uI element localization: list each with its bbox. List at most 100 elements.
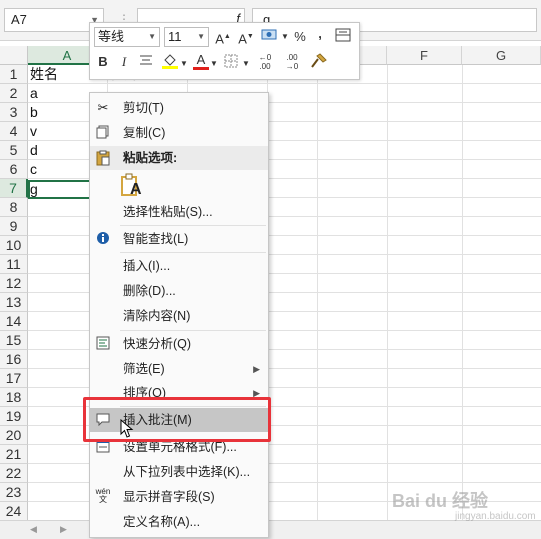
menu-item-clear-contents[interactable]: 清除内容(N): [90, 304, 268, 328]
font-size-select[interactable]: 11 ▼: [164, 27, 209, 47]
align-center-button[interactable]: [138, 54, 154, 70]
row-header[interactable]: 10: [0, 236, 28, 255]
menu-item-label: 复制(C): [123, 126, 166, 140]
menu-item-copy[interactable]: 复制(C): [90, 121, 268, 145]
chevron-down-icon[interactable]: ▼: [281, 29, 289, 45]
increase-decimal-button[interactable]: ←0 .00: [253, 53, 277, 71]
row-header[interactable]: 16: [0, 350, 28, 369]
shrink-font-button[interactable]: A▼: [238, 29, 254, 47]
number-format-button[interactable]: [259, 27, 281, 47]
menu-separator: [120, 225, 266, 226]
cell-a4[interactable]: v: [30, 122, 37, 141]
cell-a5[interactable]: d: [30, 141, 38, 160]
info-icon: [95, 231, 111, 247]
menu-item-label: 快速分析(Q): [123, 337, 192, 351]
comma-button[interactable]: ,: [313, 26, 327, 42]
row-header[interactable]: 24: [0, 502, 28, 521]
row-header[interactable]: 6: [0, 160, 28, 179]
scroll-right-icon[interactable]: ▶: [60, 524, 67, 535]
row-header[interactable]: 5: [0, 141, 28, 160]
row-header[interactable]: 18: [0, 388, 28, 407]
menu-item-define-name[interactable]: 定义名称(A)...: [90, 510, 268, 534]
row-header[interactable]: 22: [0, 464, 28, 483]
row-header[interactable]: 8: [0, 198, 28, 217]
row-header[interactable]: 19: [0, 407, 28, 426]
menu-item-label: 从下拉列表中选择(K)...: [123, 465, 251, 479]
row-header[interactable]: 21: [0, 445, 28, 464]
row-header[interactable]: 3: [0, 103, 28, 122]
menu-item-show-phonetic[interactable]: wén 文 显示拼音字段(S): [90, 485, 268, 509]
font-size-value: 11: [168, 29, 182, 44]
row-header[interactable]: 15: [0, 331, 28, 350]
cell-a3[interactable]: b: [30, 103, 38, 122]
chevron-down-icon[interactable]: ▼: [210, 56, 218, 72]
submenu-arrow-icon: ▶: [253, 364, 260, 374]
row-header[interactable]: 7: [0, 179, 28, 198]
row-header[interactable]: 20: [0, 426, 28, 445]
highlight-box: [83, 397, 271, 442]
menu-item-filter[interactable]: 筛选(E) ▶: [90, 357, 268, 381]
scissors-icon: ✂: [97, 100, 109, 115]
cell-a2[interactable]: a: [30, 84, 38, 103]
menu-item-quick-analysis[interactable]: 快速分析(Q): [90, 332, 268, 356]
row-header[interactable]: 11: [0, 255, 28, 274]
column-header-g[interactable]: G: [462, 46, 541, 65]
percent-button[interactable]: %: [293, 29, 307, 45]
cell-a1[interactable]: 姓名: [30, 65, 58, 84]
horizontal-scrollbar[interactable]: ◀ ▶: [0, 520, 541, 539]
cell-a6[interactable]: c: [30, 160, 37, 179]
menu-item-insert[interactable]: 插入(I)...: [90, 254, 268, 278]
bold-button[interactable]: B: [96, 54, 110, 70]
menu-item-label: 剪切(T): [123, 101, 164, 115]
grid-line: [28, 83, 541, 84]
menu-item-label: 插入(I)...: [123, 259, 171, 273]
row-header[interactable]: 13: [0, 293, 28, 312]
shrink-font-label: A: [238, 31, 247, 47]
select-all-corner[interactable]: [0, 46, 28, 65]
menu-item-label: 定义名称(A)...: [123, 515, 201, 529]
align-center-icon: [140, 55, 152, 65]
italic-button[interactable]: I: [117, 54, 131, 70]
context-menu: ✂ 剪切(T) 复制(C) 粘贴选项: A 选择性粘贴(S)... 智能查找(L…: [89, 92, 269, 538]
paint-bucket-icon: [162, 54, 178, 69]
row-header[interactable]: 1: [0, 65, 28, 84]
menu-item-paste-options: 粘贴选项:: [90, 146, 268, 170]
merge-center-button[interactable]: [334, 28, 352, 46]
decrease-decimal-button[interactable]: .00 →0: [280, 53, 304, 71]
row-header[interactable]: 4: [0, 122, 28, 141]
borders-button[interactable]: [223, 54, 239, 72]
menu-item-label: 智能查找(L): [123, 232, 189, 246]
menu-item-label: 清除内容(N): [123, 309, 191, 323]
name-box-value: A7: [11, 12, 27, 27]
font-name-select[interactable]: 等线 ▼: [94, 27, 160, 47]
mouse-pointer-icon: [120, 419, 134, 438]
format-painter-button[interactable]: [309, 52, 329, 74]
paste-option-letter: A: [130, 181, 142, 198]
font-name-value: 等线: [98, 29, 125, 44]
grow-font-button[interactable]: A▲: [215, 29, 231, 47]
menu-item-label: 筛选(E): [123, 362, 165, 376]
chevron-down-icon[interactable]: ▼: [242, 56, 250, 72]
menu-item-paste-special[interactable]: 选择性粘贴(S)...: [90, 200, 268, 224]
menu-item-label: 显示拼音字段(S): [123, 490, 215, 504]
row-header[interactable]: 9: [0, 217, 28, 236]
quick-analysis-icon: [95, 336, 111, 352]
scroll-left-icon[interactable]: ◀: [30, 524, 37, 535]
menu-item-label: 选择性粘贴(S)...: [123, 205, 213, 219]
fill-color-button[interactable]: [160, 52, 180, 74]
menu-item-delete[interactable]: 删除(D)...: [90, 279, 268, 303]
column-header-f[interactable]: F: [387, 46, 462, 65]
menu-item-cut[interactable]: ✂ 剪切(T): [90, 96, 268, 120]
row-header[interactable]: 14: [0, 312, 28, 331]
menu-item-smart-lookup[interactable]: 智能查找(L): [90, 227, 268, 251]
chevron-down-icon[interactable]: ▼: [180, 56, 188, 72]
row-header[interactable]: 2: [0, 84, 28, 103]
menu-item-pick-from-dropdown[interactable]: 从下拉列表中选择(K)...: [90, 460, 268, 484]
watermark-url: jingyan.baidu.com: [455, 511, 536, 522]
borders-icon: [224, 54, 238, 68]
paste-option-button[interactable]: A: [120, 173, 142, 199]
row-header[interactable]: 23: [0, 483, 28, 502]
row-header[interactable]: 17: [0, 369, 28, 388]
row-header[interactable]: 12: [0, 274, 28, 293]
font-color-button[interactable]: A: [193, 53, 209, 70]
